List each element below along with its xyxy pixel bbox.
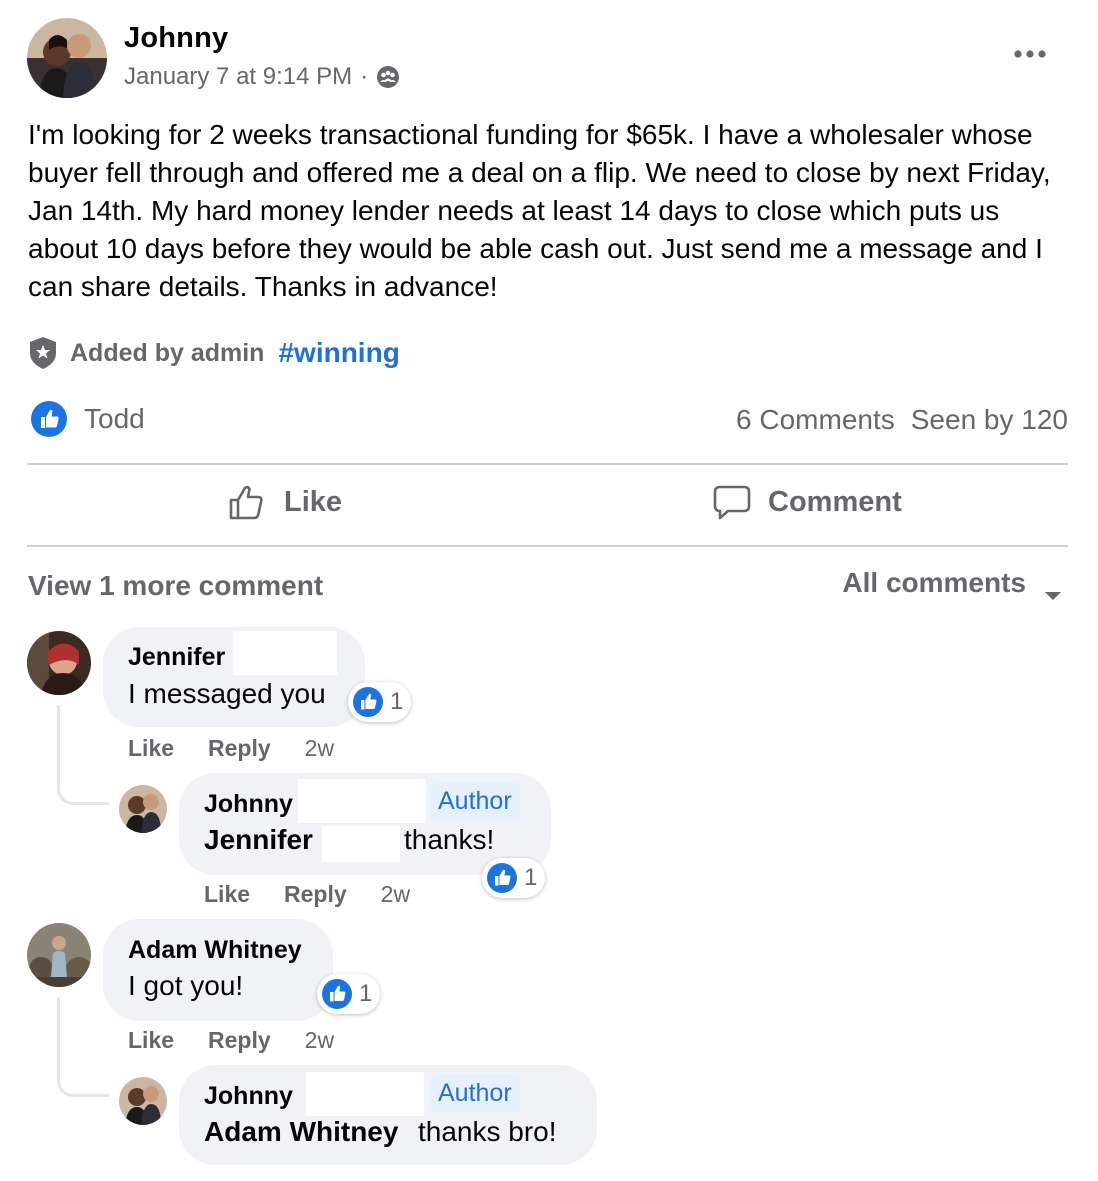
redaction-block <box>322 826 400 862</box>
reply-like-link[interactable]: Like <box>204 881 250 908</box>
reply-actions: Like Reply 2w <box>204 881 410 908</box>
redaction-block <box>233 631 337 675</box>
comment-bubble-icon <box>713 485 751 520</box>
commenter-avatar[interactable] <box>27 923 91 987</box>
reaction-count: 1 <box>390 688 404 715</box>
divider <box>27 545 1068 547</box>
reply-reaction-count[interactable]: 1 <box>482 858 546 898</box>
reaction-count: 1 <box>524 864 538 891</box>
mention-link[interactable]: Jennifer <box>204 824 313 856</box>
reply-author-name[interactable]: Johnny <box>204 1082 293 1111</box>
comments-count[interactable]: 6 Comments <box>736 404 895 436</box>
seen-by-count[interactable]: Seen by 120 <box>911 404 1068 436</box>
comment-filter-dropdown[interactable]: All comments <box>842 567 1062 600</box>
view-more-comments[interactable]: View 1 more comment <box>28 570 323 602</box>
added-by-admin-label: Added by admin <box>70 338 265 367</box>
redaction-block <box>306 1072 424 1116</box>
comment-like-link[interactable]: Like <box>128 1027 174 1054</box>
comment-text: I messaged you <box>128 678 326 709</box>
comment-reaction-count[interactable]: 1 <box>348 682 412 722</box>
commenter-avatar[interactable] <box>27 631 91 695</box>
like-button-label: Like <box>284 485 343 518</box>
comment-timestamp[interactable]: 2w <box>305 735 334 762</box>
shield-icon <box>28 336 58 370</box>
comment-reply-link[interactable]: Reply <box>208 735 271 762</box>
divider <box>27 463 1068 465</box>
reply-text: thanks bro! <box>418 1116 557 1147</box>
comment-filter-label: All comments <box>842 567 1026 598</box>
comment-actions: Like Reply 2w <box>128 1027 334 1054</box>
meta-separator: · <box>360 63 369 90</box>
thread-line <box>57 997 109 1097</box>
post-timestamp[interactable]: January 7 at 9:14 PM <box>124 63 352 91</box>
thread-line <box>57 705 109 805</box>
like-button[interactable]: Like <box>228 482 342 522</box>
post-stats: 6 Comments Seen by 120 <box>736 404 1068 436</box>
admin-row: Added by admin #winning <box>28 336 400 370</box>
more-options-icon[interactable] <box>1012 42 1048 66</box>
reactor-name: Todd <box>84 403 145 434</box>
post-meta: January 7 at 9:14 PM · <box>124 63 400 91</box>
post-body: I'm looking for 2 weeks transactional fu… <box>28 119 1051 302</box>
comment-button-label: Comment <box>768 485 902 518</box>
reply-text: thanks! <box>404 824 495 855</box>
reply-author-avatar[interactable] <box>119 785 167 833</box>
reply-timestamp[interactable]: 2w <box>381 881 410 908</box>
commenter-name[interactable]: Adam Whitney <box>128 936 302 965</box>
author-badge: Author <box>430 1074 520 1112</box>
post-author-avatar[interactable] <box>27 18 107 98</box>
chevron-down-icon <box>1044 577 1062 600</box>
reply-author-name[interactable]: Johnny <box>204 790 293 819</box>
post-author-name[interactable]: Johnny <box>124 22 228 55</box>
comment-like-link[interactable]: Like <box>128 735 174 762</box>
reply-author-avatar[interactable] <box>119 1077 167 1125</box>
comment-reaction-count[interactable]: 1 <box>317 974 381 1014</box>
reply-reply-link[interactable]: Reply <box>284 881 347 908</box>
like-reaction-icon <box>487 863 517 893</box>
commenter-name[interactable]: Jennifer <box>128 643 225 672</box>
like-reaction-icon <box>30 400 68 438</box>
reaction-summary[interactable]: Todd <box>30 400 145 438</box>
hashtag-link[interactable]: #winning <box>278 337 399 369</box>
comment-timestamp[interactable]: 2w <box>305 1027 334 1054</box>
comment-text: I got you! <box>128 970 244 1001</box>
redaction-block <box>298 779 426 823</box>
reaction-count: 1 <box>359 980 373 1007</box>
thumbs-up-icon <box>229 485 263 520</box>
comment-actions: Like Reply 2w <box>128 735 334 762</box>
comment-reply-link[interactable]: Reply <box>208 1027 271 1054</box>
like-reaction-icon <box>322 979 352 1009</box>
group-globe-icon <box>376 65 400 89</box>
like-reaction-icon <box>353 687 383 717</box>
author-badge: Author <box>430 782 520 820</box>
mention-link[interactable]: Adam Whitney <box>204 1116 398 1148</box>
comment-button[interactable]: Comment <box>712 482 902 522</box>
